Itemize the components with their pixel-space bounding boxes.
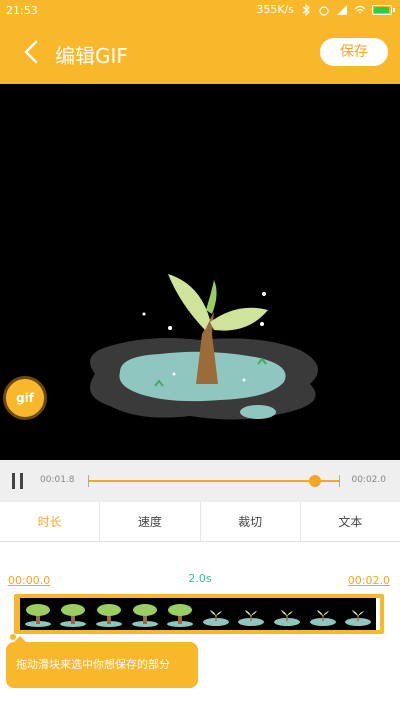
- edit-tabs: 时长 速度 裁切 文本: [0, 502, 400, 542]
- bluetooth-icon: [302, 3, 310, 16]
- frame-thumbnails: [20, 598, 376, 630]
- sprout-illustration: [90, 274, 318, 420]
- gif-camera-button[interactable]: gif: [3, 376, 47, 420]
- page-title: 编辑GIF: [55, 44, 128, 68]
- tab-duration[interactable]: 时长: [0, 502, 101, 541]
- hint-tooltip: 拖动滑块来选中你想保存的部分: [6, 636, 198, 688]
- current-time: 00:01.8: [40, 475, 75, 485]
- network-speed: 355K/s: [256, 3, 294, 16]
- frame-thumbnail: [345, 610, 372, 626]
- frame-thumbnail: [131, 604, 158, 627]
- status-bar: 21:53 355K/s: [0, 0, 400, 22]
- frame-strip[interactable]: [14, 594, 384, 634]
- frame-thumbnail: [273, 610, 300, 626]
- trim-end-label: 00:02.0: [347, 574, 390, 587]
- frame-thumbnail: [60, 604, 87, 627]
- gif-fab-label: gif: [16, 391, 34, 405]
- gif-preview: [0, 84, 400, 460]
- app-header: 21:53 355K/s 编辑GIF 保存: [0, 0, 400, 84]
- save-button[interactable]: 保存: [320, 38, 388, 66]
- playback-slider[interactable]: [88, 475, 340, 487]
- trim-end-handle[interactable]: [376, 598, 380, 630]
- frame-thumbnail: [24, 604, 51, 627]
- trim-panel: 00:00.0 2.0s 00:02.0 拖动滑块来选中你想保存的部分: [0, 542, 400, 711]
- frame-thumbnail: [238, 610, 265, 626]
- wifi-icon: [354, 5, 366, 13]
- frame-thumbnail: [309, 610, 336, 626]
- pause-icon[interactable]: [12, 473, 24, 489]
- playback-bar: 00:01.8 00:02.0: [0, 460, 400, 502]
- tab-crop[interactable]: 裁切: [201, 502, 301, 541]
- frame-thumbnail: [95, 604, 122, 627]
- signal-icon: [337, 4, 347, 15]
- status-time: 21:53: [6, 4, 38, 17]
- tab-text[interactable]: 文本: [301, 502, 400, 541]
- alarm-icon: [319, 5, 329, 16]
- status-icons: 355K/s: [256, 3, 395, 16]
- tab-speed[interactable]: 速度: [100, 502, 201, 541]
- total-time: 00:02.0: [351, 475, 386, 485]
- battery-icon: [372, 4, 395, 15]
- back-arrow-icon[interactable]: [22, 40, 42, 64]
- playback-knob[interactable]: [308, 475, 321, 487]
- trim-duration: 2.0s: [188, 572, 212, 585]
- frame-thumbnail: [202, 610, 229, 626]
- frame-thumbnail: [167, 604, 194, 627]
